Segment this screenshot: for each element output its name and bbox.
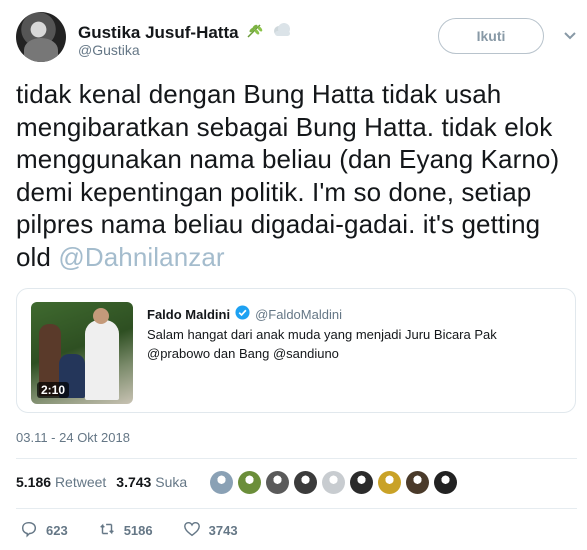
video-thumbnail[interactable]: 2:10 bbox=[31, 302, 133, 404]
reply-button[interactable]: 623 bbox=[20, 520, 68, 541]
follow-button[interactable]: Ikuti bbox=[438, 18, 544, 54]
video-duration-badge: 2:10 bbox=[37, 382, 70, 398]
quoted-handle: @FaldoMaldini bbox=[255, 306, 342, 322]
engagement-stats: 5.186 Retweet 3.743 Suka bbox=[16, 474, 187, 490]
tweet-timestamp[interactable]: 03.11 - 24 Okt 2018 bbox=[16, 430, 130, 445]
like-count: 3743 bbox=[208, 523, 238, 538]
chevron-down-icon[interactable] bbox=[561, 26, 579, 44]
retweet-button[interactable]: 5186 bbox=[98, 520, 153, 541]
quoted-tweet[interactable]: 2:10 Faldo Maldini @FaldoMaldini Salam h… bbox=[16, 288, 576, 413]
retweet-count: 5186 bbox=[123, 523, 153, 538]
liker-avatar[interactable] bbox=[434, 471, 457, 494]
retweet-stat[interactable]: 5.186 Retweet bbox=[16, 474, 106, 490]
retweet-stat-label: Retweet bbox=[54, 474, 107, 490]
user-handle[interactable]: @Gustika bbox=[78, 42, 140, 58]
tweet-text: tidak kenal dengan Bung Hatta tidak usah… bbox=[16, 78, 571, 273]
user-avatar[interactable] bbox=[16, 12, 66, 62]
liker-avatars bbox=[210, 471, 457, 494]
like-stat-count: 3.743 bbox=[116, 474, 152, 490]
reply-icon bbox=[20, 520, 38, 541]
thumbnail-figure bbox=[85, 320, 119, 400]
heart-icon bbox=[183, 520, 201, 541]
thumbnail-figure bbox=[93, 308, 109, 324]
reply-count: 623 bbox=[46, 523, 68, 538]
user-display-name[interactable]: Gustika Jusuf-Hatta bbox=[78, 23, 239, 43]
divider bbox=[16, 508, 577, 509]
liker-avatar[interactable] bbox=[350, 471, 373, 494]
quoted-tweet-header: Faldo Maldini @FaldoMaldini bbox=[147, 305, 342, 323]
tweet-actions: 623 5186 3743 bbox=[20, 520, 268, 541]
retweet-stat-count: 5.186 bbox=[16, 474, 52, 490]
like-button[interactable]: 3743 bbox=[183, 520, 238, 541]
tweet-header: Gustika Jusuf-Hatta @Gustika Ikuti bbox=[16, 12, 576, 68]
quoted-display-name: Faldo Maldini bbox=[147, 306, 231, 322]
herb-emoji-icon bbox=[245, 20, 265, 45]
liker-avatar[interactable] bbox=[378, 471, 401, 494]
liker-avatar[interactable] bbox=[322, 471, 345, 494]
liker-avatar[interactable] bbox=[406, 471, 429, 494]
like-stat[interactable]: 3.743 Suka bbox=[116, 474, 187, 490]
like-stat-label: Suka bbox=[155, 474, 188, 490]
retweet-icon bbox=[98, 520, 116, 541]
mention-link[interactable]: @Dahnilanzar bbox=[58, 242, 224, 272]
verified-badge-icon bbox=[235, 305, 250, 323]
cloud-emoji-icon bbox=[271, 21, 293, 44]
quoted-tweet-text: Salam hangat dari anak muda yang menjadi… bbox=[147, 327, 497, 361]
liker-avatar[interactable] bbox=[294, 471, 317, 494]
liker-avatar[interactable] bbox=[210, 471, 233, 494]
divider bbox=[16, 458, 577, 459]
liker-avatar[interactable] bbox=[238, 471, 261, 494]
liker-avatar[interactable] bbox=[266, 471, 289, 494]
